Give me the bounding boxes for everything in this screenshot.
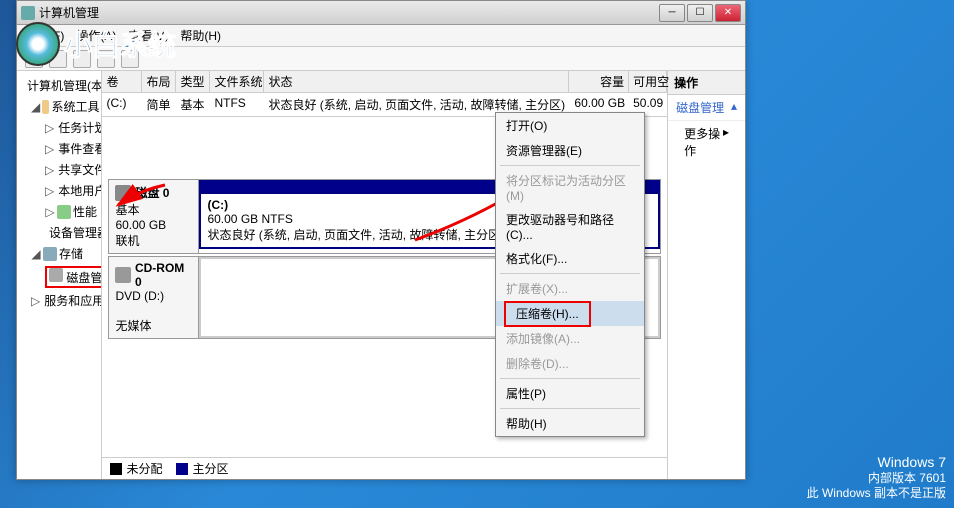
- ctx-change-letter[interactable]: 更改驱动器号和路径(C)...: [496, 207, 644, 246]
- refresh-icon[interactable]: [97, 50, 115, 68]
- menu-help[interactable]: 帮助(H): [180, 27, 221, 44]
- menu-file[interactable]: 文件(F): [25, 27, 64, 44]
- ctx-open[interactable]: 打开(O): [496, 113, 644, 138]
- ctx-extend: 扩展卷(X)...: [496, 276, 644, 301]
- actions-disk-management[interactable]: 磁盘管理▴: [668, 95, 745, 121]
- ctx-delete: 删除卷(D)...: [496, 351, 644, 376]
- legend-primary-swatch: [176, 463, 188, 475]
- back-icon[interactable]: [25, 50, 43, 68]
- actions-pane: 操作 磁盘管理▴ 更多操作▸: [667, 71, 745, 479]
- ctx-mirror: 添加镜像(A)...: [496, 326, 644, 351]
- nav-tree: 计算机管理(本地) ◢系统工具 ▷任务计划程序 ▷事件查看器 ▷共享文件夹 ▷本…: [17, 71, 102, 479]
- maximize-button[interactable]: ☐: [687, 4, 713, 22]
- col-volume[interactable]: 卷: [102, 71, 142, 92]
- col-type[interactable]: 类型: [176, 71, 210, 92]
- forward-icon[interactable]: [49, 50, 67, 68]
- tree-task-scheduler[interactable]: ▷任务计划程序: [19, 117, 99, 138]
- window-title: 计算机管理: [39, 4, 99, 21]
- disk-icon: [115, 185, 131, 201]
- tree-services[interactable]: ▷服务和应用程序: [19, 290, 99, 311]
- col-status[interactable]: 状态: [264, 71, 569, 92]
- cdrom-icon: [115, 267, 131, 283]
- col-fs[interactable]: 文件系统: [210, 71, 264, 92]
- ctx-shrink[interactable]: 压缩卷(H)...: [496, 301, 644, 326]
- help-icon[interactable]: [121, 50, 139, 68]
- ctx-help[interactable]: 帮助(H): [496, 411, 644, 436]
- app-icon: [21, 6, 35, 20]
- tree-root[interactable]: 计算机管理(本地): [19, 75, 99, 96]
- col-free[interactable]: 可用空: [629, 71, 667, 92]
- tree-system-tools[interactable]: ◢系统工具: [19, 96, 99, 117]
- tree-performance[interactable]: ▷性能: [19, 201, 99, 222]
- menu-view[interactable]: 查看(V): [128, 27, 168, 44]
- menu-bar: 文件(F) 操作(A) 查看(V) 帮助(H): [17, 25, 745, 47]
- tree-device-manager[interactable]: 设备管理器: [19, 222, 99, 243]
- close-button[interactable]: ✕: [715, 4, 741, 22]
- desktop-watermark: Windows 7 内部版本 7601 此 Windows 副本不是正版: [807, 453, 946, 502]
- actions-more[interactable]: 更多操作▸: [668, 121, 745, 163]
- tree-local-users[interactable]: ▷本地用户和组: [19, 180, 99, 201]
- toolbar: [17, 47, 745, 71]
- minimize-button[interactable]: ─: [659, 4, 685, 22]
- col-capacity[interactable]: 容量: [569, 71, 629, 92]
- cdrom-label[interactable]: CD-ROM 0 DVD (D:) 无媒体: [109, 257, 199, 338]
- legend-unallocated-swatch: [110, 463, 122, 475]
- tree-storage[interactable]: ◢存储: [19, 243, 99, 264]
- ctx-explorer[interactable]: 资源管理器(E): [496, 138, 644, 163]
- actions-header: 操作: [668, 71, 745, 95]
- ctx-mark-active: 将分区标记为活动分区(M): [496, 168, 644, 207]
- volume-table: 卷 布局 类型 文件系统 状态 容量 可用空 (C:) 简单 基本 NTFS 状…: [102, 71, 667, 117]
- menu-action[interactable]: 操作(A): [76, 27, 116, 44]
- col-layout[interactable]: 布局: [142, 71, 176, 92]
- context-menu: 打开(O) 资源管理器(E) 将分区标记为活动分区(M) 更改驱动器号和路径(C…: [495, 112, 645, 437]
- legend: 未分配 主分区: [102, 457, 667, 479]
- ctx-format[interactable]: 格式化(F)...: [496, 246, 644, 271]
- tree-event-viewer[interactable]: ▷事件查看器: [19, 138, 99, 159]
- tree-shared-folders[interactable]: ▷共享文件夹: [19, 159, 99, 180]
- title-bar: 计算机管理 ─ ☐ ✕: [17, 1, 745, 25]
- up-icon[interactable]: [73, 50, 91, 68]
- disk-0-label[interactable]: 磁盘 0 基本 60.00 GB 联机: [109, 180, 199, 253]
- ctx-properties[interactable]: 属性(P): [496, 381, 644, 406]
- tree-disk-management[interactable]: 磁盘管理: [19, 264, 99, 290]
